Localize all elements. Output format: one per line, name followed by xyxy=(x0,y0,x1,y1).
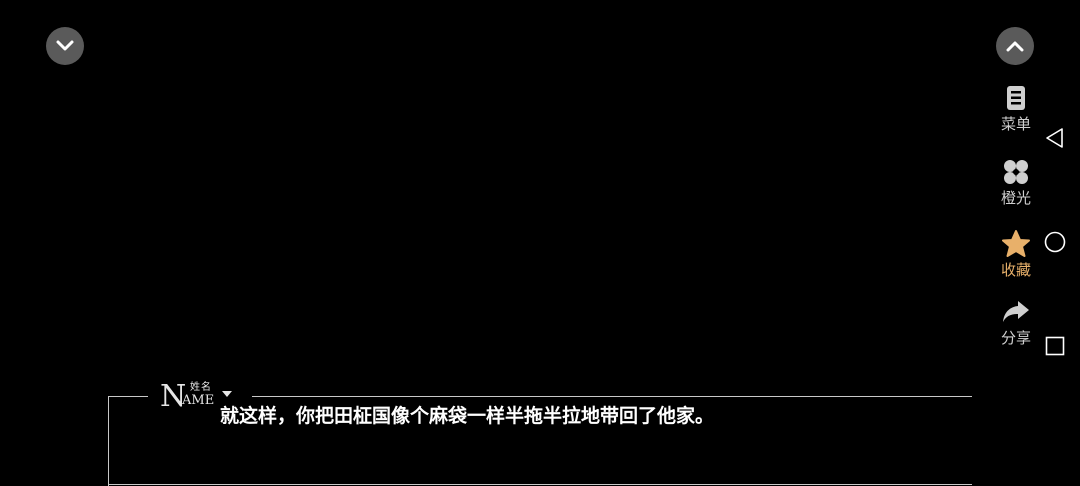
favorite-label: 收藏 xyxy=(1000,261,1031,279)
dialog-border-left xyxy=(108,396,109,486)
dialog-border-top-left xyxy=(108,396,148,397)
share-button[interactable]: 分享 xyxy=(992,296,1040,347)
menu-button[interactable]: 菜单 xyxy=(992,82,1040,133)
name-tag-chinese: 姓名 xyxy=(190,382,212,393)
name-tag-suffix: AME xyxy=(182,393,215,408)
favorite-button[interactable]: 收藏 xyxy=(992,228,1040,279)
collapse-down-button[interactable] xyxy=(46,27,84,65)
dialog-border-top-right xyxy=(252,396,972,397)
dialog-box[interactable]: N 姓名 AME 就这样，你把田柾国像个麻袋一样半拖半拉地带回了他家。 xyxy=(108,382,972,486)
dialog-border-bottom xyxy=(108,484,972,485)
back-triangle-icon[interactable] xyxy=(1043,126,1067,150)
collapse-up-button[interactable] xyxy=(996,27,1034,65)
home-circle-icon[interactable] xyxy=(1043,230,1067,254)
menu-label: 菜单 xyxy=(1000,115,1031,133)
star-icon xyxy=(1002,230,1030,257)
orange-light-label: 橙光 xyxy=(1000,189,1031,207)
orange-light-button[interactable]: 橙光 xyxy=(992,156,1040,207)
share-label: 分享 xyxy=(1000,329,1031,347)
recent-square-icon[interactable] xyxy=(1043,334,1067,358)
orange-light-icon xyxy=(1004,160,1028,184)
chevron-down-icon xyxy=(56,40,74,51)
chevron-up-icon xyxy=(1006,41,1024,52)
dialog-text: 就这样，你把田柾国像个麻袋一样半拖半拉地带回了他家。 xyxy=(220,405,715,427)
share-icon xyxy=(1003,301,1029,322)
name-tag-arrow-icon xyxy=(222,391,232,397)
menu-icon xyxy=(1007,86,1025,110)
